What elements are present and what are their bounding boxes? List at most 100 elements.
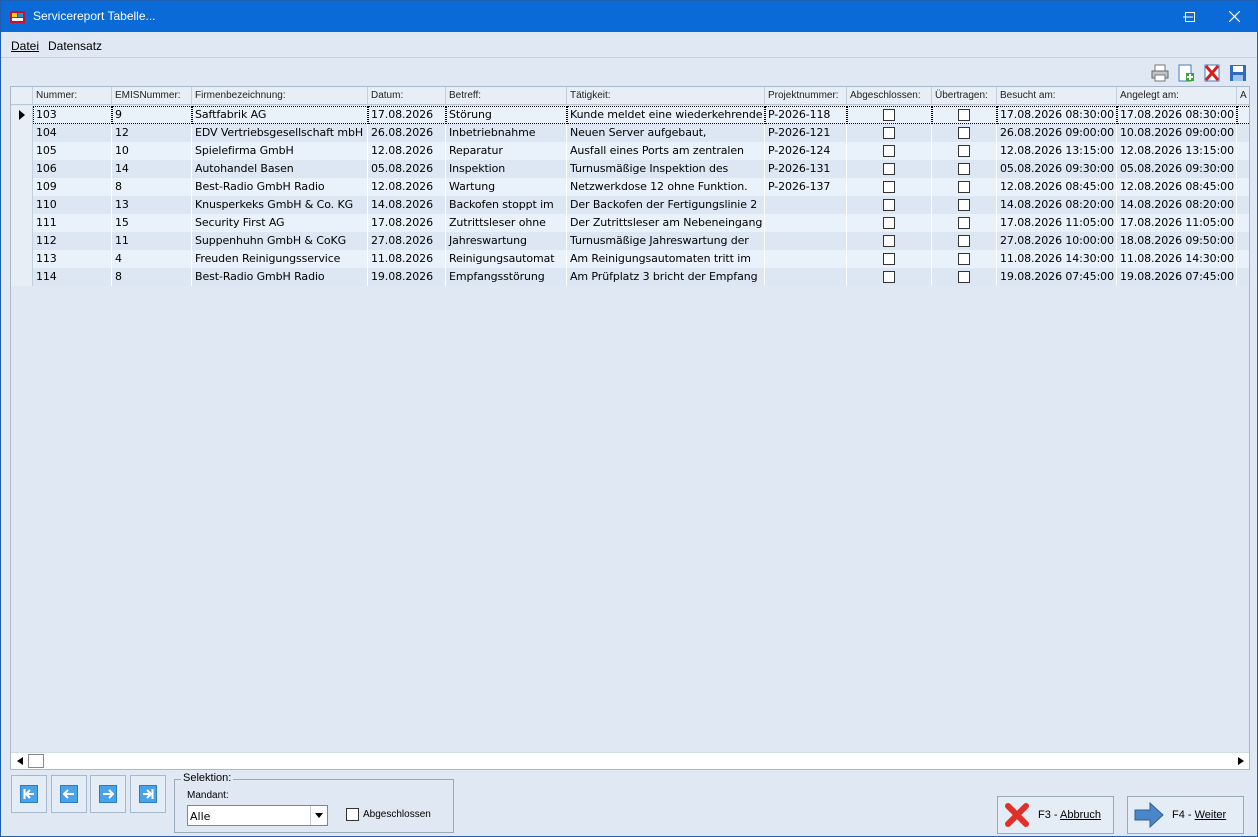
abgeschlossen-checkbox[interactable]: [883, 253, 895, 265]
besucht-cell[interactable]: 12.08.2026 13:15:00: [997, 142, 1117, 160]
datum-cell[interactable]: 12.08.2026: [368, 178, 446, 196]
mandant-select[interactable]: Alle: [187, 805, 328, 826]
firma-cell[interactable]: Knusperkeks GmbH & Co. KG: [192, 196, 368, 214]
taetigkeit-cell[interactable]: Am Prüfplatz 3 bricht der Empfang: [567, 268, 765, 286]
projekt-cell[interactable]: P-2026-131: [765, 160, 847, 178]
nummer-cell[interactable]: 103: [33, 106, 112, 124]
uebertragen-checkbox[interactable]: [958, 199, 970, 211]
datum-cell[interactable]: 12.08.2026: [368, 142, 446, 160]
besucht-cell[interactable]: 26.08.2026 09:00:00: [997, 124, 1117, 142]
row-indicator[interactable]: [11, 268, 33, 286]
column-header[interactable]: EMISNummer:: [112, 87, 192, 105]
uebertragen-checkbox[interactable]: [958, 235, 970, 247]
abgeschlossen-cell[interactable]: [847, 160, 932, 178]
table-row[interactable]: 112 11 Suppenhuhn GmbH & CoKG 27.08.2026 Jah…: [11, 232, 1249, 250]
abgeschlossen-checkbox[interactable]: [883, 271, 895, 283]
column-header[interactable]: Angelegt am:: [1117, 87, 1237, 105]
emis-cell[interactable]: 14: [112, 160, 192, 178]
abgeschlossen-cell[interactable]: [847, 268, 932, 286]
projekt-cell[interactable]: [765, 214, 847, 232]
uebertragen-checkbox[interactable]: [958, 127, 970, 139]
betreff-cell[interactable]: Backofen stoppt im: [446, 196, 567, 214]
row-indicator[interactable]: [11, 250, 33, 268]
datum-cell[interactable]: 14.08.2026: [368, 196, 446, 214]
nummer-cell[interactable]: 105: [33, 142, 112, 160]
datum-cell[interactable]: 11.08.2026: [368, 250, 446, 268]
uebertragen-checkbox[interactable]: [958, 181, 970, 193]
angelegt-cell[interactable]: 14.08.2026 08:20:00: [1117, 196, 1237, 214]
abgeschlossen-checkbox[interactable]: [883, 199, 895, 211]
column-header[interactable]: Nummer:: [33, 87, 112, 105]
taetigkeit-cell[interactable]: Am Reinigungsautomaten tritt im: [567, 250, 765, 268]
row-indicator[interactable]: [11, 142, 33, 160]
uebertragen-cell[interactable]: [932, 232, 997, 250]
column-header[interactable]: Firmenbezeichnung:: [192, 87, 368, 105]
emis-cell[interactable]: 12: [112, 124, 192, 142]
abgeschlossen-checkbox[interactable]: [883, 235, 895, 247]
abgeschlossen-checkbox[interactable]: [883, 127, 895, 139]
betreff-cell[interactable]: Reparatur: [446, 142, 567, 160]
menu-datei[interactable]: Datei: [11, 39, 39, 53]
projekt-cell[interactable]: P-2026-124: [765, 142, 847, 160]
firma-cell[interactable]: Spielefirma GmbH: [192, 142, 368, 160]
uebertragen-checkbox[interactable]: [958, 217, 970, 229]
last-record-button[interactable]: [130, 775, 166, 813]
emis-cell[interactable]: 11: [112, 232, 192, 250]
table-row[interactable]: 106 14 Autohandel Basen 05.08.2026 Inspektio…: [11, 160, 1249, 178]
table-row[interactable]: 113 4 Freuden Reinigungsservice 11.08.2026 R…: [11, 250, 1249, 268]
datum-cell[interactable]: 05.08.2026: [368, 160, 446, 178]
taetigkeit-cell[interactable]: Neuen Server aufgebaut,: [567, 124, 765, 142]
taetigkeit-cell[interactable]: Kunde meldet eine wiederkehrende: [567, 106, 765, 124]
projekt-cell[interactable]: P-2026-121: [765, 124, 847, 142]
first-record-button[interactable]: [11, 775, 47, 813]
nummer-cell[interactable]: 110: [33, 196, 112, 214]
betreff-cell[interactable]: Inspektion: [446, 160, 567, 178]
scroll-left-button[interactable]: [11, 753, 28, 769]
firma-cell[interactable]: EDV Vertriebsgesellschaft mbH: [192, 124, 368, 142]
table-row[interactable]: 105 10 Spielefirma GmbH 12.08.2026 Reparatur…: [11, 142, 1249, 160]
table-row[interactable]: 110 13 Knusperkeks GmbH & Co. KG 14.08.2026…: [11, 196, 1249, 214]
menu-datensatz[interactable]: Datensatz: [48, 39, 102, 53]
nummer-cell[interactable]: 109: [33, 178, 112, 196]
column-header[interactable]: Besucht am:: [997, 87, 1117, 105]
uebertragen-cell[interactable]: [932, 142, 997, 160]
row-indicator[interactable]: [11, 232, 33, 250]
nummer-cell[interactable]: 113: [33, 250, 112, 268]
uebertragen-cell[interactable]: [932, 214, 997, 232]
besucht-cell[interactable]: 12.08.2026 08:45:00: [997, 178, 1117, 196]
betreff-cell[interactable]: Reinigungsautomat: [446, 250, 567, 268]
uebertragen-cell[interactable]: [932, 160, 997, 178]
datum-cell[interactable]: 19.08.2026: [368, 268, 446, 286]
taetigkeit-cell[interactable]: Ausfall eines Ports am zentralen: [567, 142, 765, 160]
column-header[interactable]: Betreff:: [446, 87, 567, 105]
emis-cell[interactable]: 13: [112, 196, 192, 214]
firma-cell[interactable]: Freuden Reinigungsservice: [192, 250, 368, 268]
betreff-cell[interactable]: Inbetriebnahme: [446, 124, 567, 142]
projekt-cell[interactable]: P-2026-137: [765, 178, 847, 196]
betreff-cell[interactable]: Wartung: [446, 178, 567, 196]
angelegt-cell[interactable]: 05.08.2026 09:30:00: [1117, 160, 1237, 178]
projekt-cell[interactable]: [765, 250, 847, 268]
datum-cell[interactable]: 17.08.2026: [368, 106, 446, 124]
delete-record-button[interactable]: [1201, 63, 1223, 83]
abgeschlossen-cell[interactable]: [847, 196, 932, 214]
angelegt-cell[interactable]: 12.08.2026 13:15:00: [1117, 142, 1237, 160]
datum-cell[interactable]: 26.08.2026: [368, 124, 446, 142]
betreff-cell[interactable]: Störung: [446, 106, 567, 124]
uebertragen-cell[interactable]: [932, 178, 997, 196]
abgeschlossen-cell[interactable]: [847, 214, 932, 232]
projekt-cell[interactable]: [765, 232, 847, 250]
row-indicator[interactable]: [11, 196, 33, 214]
nummer-cell[interactable]: 112: [33, 232, 112, 250]
uebertragen-cell[interactable]: [932, 268, 997, 286]
column-header[interactable]: Übertragen:: [932, 87, 997, 105]
row-indicator[interactable]: [11, 160, 33, 178]
column-header[interactable]: Tätigkeit:: [567, 87, 765, 105]
abgeschlossen-checkbox[interactable]: [883, 181, 895, 193]
row-indicator[interactable]: [11, 178, 33, 196]
emis-cell[interactable]: 10: [112, 142, 192, 160]
service-report-table[interactable]: Nummer: EMISNummer: Firmenbezeichnung: Datu…: [10, 86, 1250, 770]
uebertragen-cell[interactable]: [932, 250, 997, 268]
uebertragen-checkbox[interactable]: [958, 253, 970, 265]
betreff-cell[interactable]: Zutrittsleser ohne: [446, 214, 567, 232]
